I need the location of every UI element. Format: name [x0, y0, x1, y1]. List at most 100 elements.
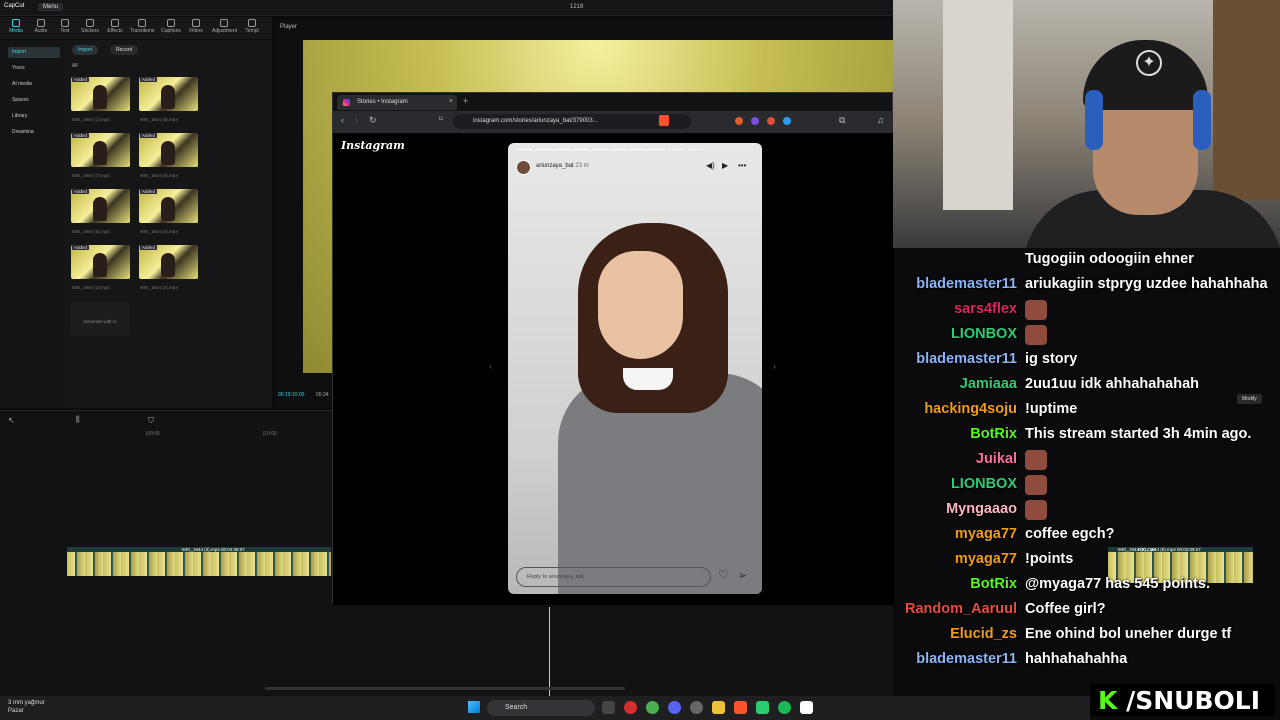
shield-icon[interactable]: ⛉ [148, 416, 154, 426]
tool-audio[interactable]: Audio [29, 19, 53, 34]
playhead[interactable] [549, 607, 550, 697]
story-username[interactable]: ariunzaya_bat 23 m [536, 163, 589, 169]
url-input[interactable]: instagram.com/stories/ariunzaya_bat/3790… [453, 114, 691, 129]
chat-username[interactable]: BotRix [970, 576, 1017, 592]
media-thumb[interactable] [139, 189, 198, 223]
back-icon[interactable]: ‹ [341, 115, 344, 125]
media-thumb[interactable] [71, 133, 130, 167]
tool-templates[interactable]: Templ [240, 19, 264, 34]
close-tab-icon[interactable]: × [449, 98, 453, 105]
timeline-clip[interactable]: IMG_1944 (3).mp4 00:04:38:07 [67, 547, 331, 576]
nav-dreamina[interactable]: Dreamina [8, 127, 60, 138]
chat-username[interactable]: blademaster11 [916, 276, 1017, 292]
tool-filters[interactable]: Filters [184, 19, 208, 34]
app-icon[interactable] [756, 701, 769, 714]
reply-input[interactable]: Reply to ariunzaya_bat... [516, 567, 711, 587]
mute-icon[interactable]: ◀) [706, 161, 715, 170]
chat-text: This stream started 3h 4min ago. [1025, 426, 1252, 442]
chat-username[interactable]: Juikal [976, 451, 1017, 467]
chat-message: blademaster11 ig story [893, 348, 1280, 373]
tool-media[interactable]: Media [4, 19, 28, 34]
select-tool-icon[interactable]: ↖ [8, 416, 15, 425]
brave-icon[interactable] [734, 701, 747, 714]
next-story-icon[interactable]: › [773, 361, 776, 371]
chat-username[interactable]: Elucid_zs [950, 626, 1017, 642]
chat-text: coffee egch? [1025, 526, 1115, 542]
media-name: IMG_1944 (4).mp4 [140, 229, 178, 234]
tool-captions[interactable]: Captions [159, 19, 183, 34]
more-icon[interactable]: ••• [738, 161, 746, 170]
menu-button[interactable]: Menu [38, 3, 64, 11]
timeline-scrollbar[interactable] [265, 687, 625, 690]
chat-username[interactable]: hacking4soju [924, 401, 1017, 417]
extension-icon[interactable] [751, 117, 759, 125]
chat-username[interactable]: LIONBOX [951, 476, 1017, 492]
weather-widget[interactable]: 3 mm yağmur Pazar [8, 699, 45, 715]
media-thumb[interactable] [139, 245, 198, 279]
browser-tab[interactable]: Stories • Instagram × [337, 95, 457, 110]
new-tab-icon[interactable]: + [463, 96, 468, 106]
chat-username[interactable]: sars4flex [954, 301, 1017, 317]
tool-adjustment[interactable]: Adjustment [212, 19, 237, 34]
nav-spaces[interactable]: Spaces [8, 95, 60, 106]
chat-message: Jamiaaa 2uu1uu idk ahhahahahah [893, 373, 1280, 398]
chat-username[interactable]: BotRix [970, 426, 1017, 442]
chat-username[interactable]: blademaster11 [916, 651, 1017, 667]
nav-ai-media[interactable]: AI media [8, 79, 60, 90]
file-explorer-icon[interactable] [712, 701, 725, 714]
media-thumb[interactable] [71, 189, 130, 223]
chat-username[interactable]: Jamiaaa [960, 376, 1017, 392]
tool-transitions[interactable]: Transitions [130, 19, 154, 34]
menu-icon[interactable]: ♫ [877, 115, 884, 125]
tool-stickers[interactable]: Stickers [78, 19, 102, 34]
heart-icon[interactable]: ♡ [718, 568, 729, 582]
chat-message: blademaster11 hahhahahahha [893, 648, 1280, 673]
prev-story-icon[interactable]: ‹ [489, 361, 492, 371]
capcut-titlebar: CapCut Menu 1218 [0, 0, 893, 16]
spotify-icon[interactable] [778, 701, 791, 714]
media-thumb[interactable] [139, 133, 198, 167]
play-icon[interactable]: ▶ [722, 161, 728, 170]
tool-effects[interactable]: Effects [103, 19, 127, 34]
nav-library[interactable]: Library [8, 111, 60, 122]
nav-import[interactable]: Import [8, 47, 60, 58]
chat-username[interactable]: myaga77 [955, 526, 1017, 542]
windows-start-icon[interactable] [468, 701, 480, 713]
story-viewer[interactable]: ariunzaya_bat 23 m ◀) ▶ ••• Reply to ari… [508, 143, 762, 594]
media-thumb[interactable] [71, 245, 130, 279]
brave-shield-icon[interactable] [659, 115, 669, 126]
chrome-icon[interactable] [646, 701, 659, 714]
story-progress [516, 149, 532, 150]
taskbar-search[interactable]: Search [487, 700, 595, 716]
bookmark-icon[interactable]: ⌑ [439, 115, 443, 123]
avatar[interactable] [516, 160, 531, 175]
reload-icon[interactable]: ↻ [369, 115, 377, 126]
media-name: IMG_1944 (3).mp4 [72, 285, 110, 290]
chat-username[interactable]: LIONBOX [951, 326, 1017, 342]
chat-username[interactable]: myaga77 [955, 551, 1017, 567]
capcut-icon[interactable] [800, 701, 813, 714]
chat-username[interactable]: Random_Aaruul [905, 601, 1017, 617]
media-thumb[interactable] [139, 77, 198, 111]
tool-text[interactable]: Text [53, 19, 77, 34]
opera-icon[interactable] [624, 701, 637, 714]
discord-icon[interactable] [668, 701, 681, 714]
chat-username[interactable]: blademaster11 [916, 351, 1017, 367]
filter-all[interactable]: All [72, 63, 78, 69]
record-button[interactable]: Record [110, 45, 139, 55]
instagram-logo[interactable]: Instagram [341, 139, 405, 152]
chat-username[interactable]: Myngaaao [946, 501, 1017, 517]
media-thumb[interactable] [71, 77, 130, 111]
import-button[interactable]: Import [72, 45, 99, 55]
extension-icon[interactable] [783, 117, 791, 125]
extensions-puzzle-icon[interactable]: ⧉ [839, 115, 845, 126]
share-icon[interactable]: ➢ [738, 569, 747, 582]
nav-yours[interactable]: Yours [8, 63, 60, 74]
extension-icon[interactable] [767, 117, 775, 125]
generate-with-ai-button[interactable]: Generate with AI [70, 302, 130, 336]
split-icon[interactable]: ⫼ [76, 415, 80, 425]
forward-icon[interactable]: › [355, 115, 358, 125]
settings-icon[interactable] [690, 701, 703, 714]
extension-icon[interactable] [735, 117, 743, 125]
task-view-icon[interactable] [602, 701, 615, 714]
